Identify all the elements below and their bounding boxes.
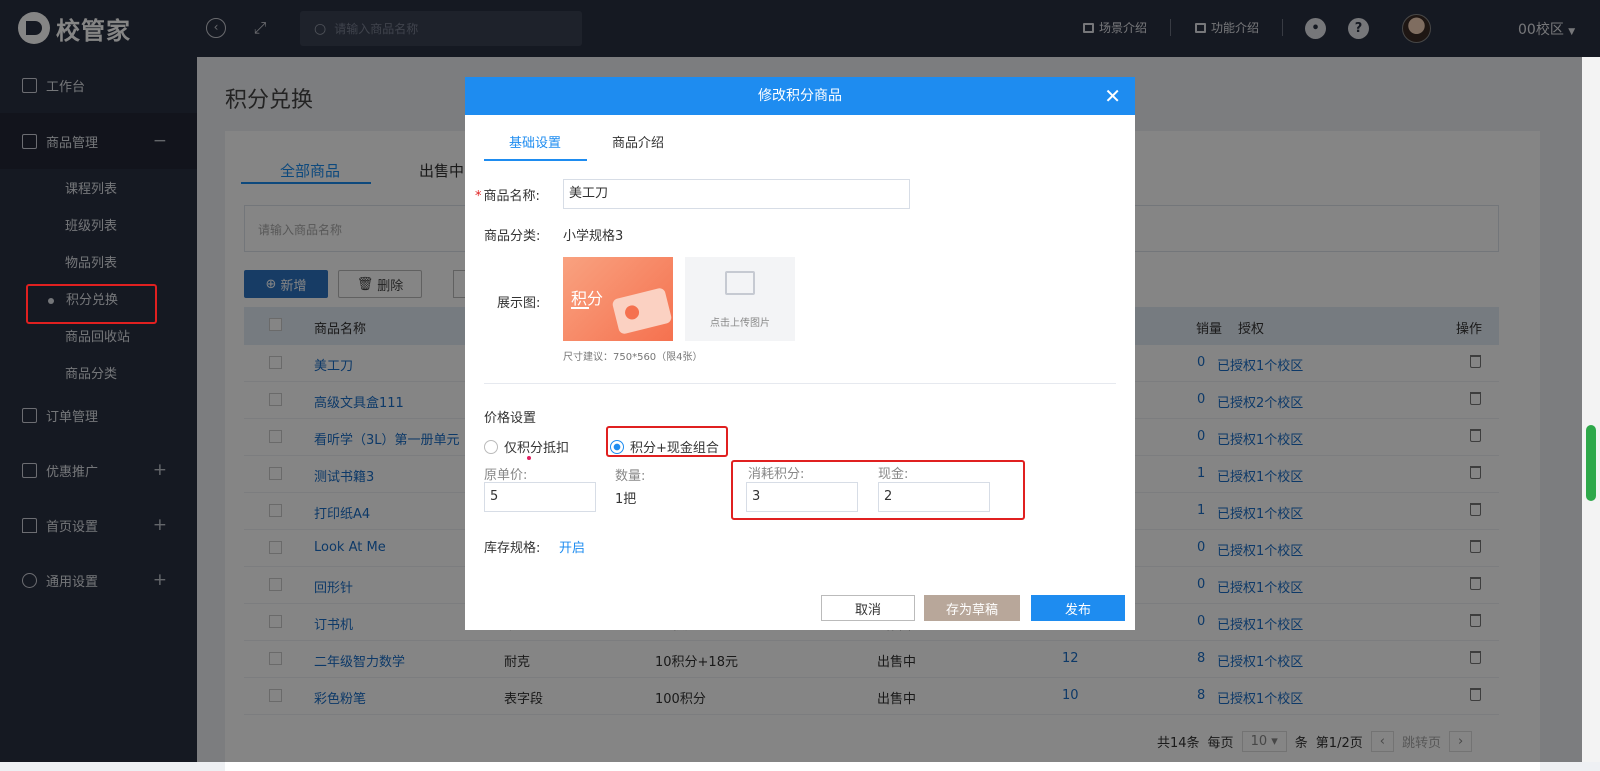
thumbnail-line	[571, 307, 589, 309]
price-section-title: 价格设置	[484, 411, 537, 426]
save-draft-button[interactable]: 存为草稿	[924, 595, 1020, 621]
upload-image-button[interactable]: 点击上传图片	[685, 257, 795, 341]
publish-button[interactable]: 发布	[1031, 595, 1125, 621]
display-image-label: 展示图:	[497, 296, 541, 311]
scrollbar[interactable]	[1582, 57, 1600, 762]
stock-spec-toggle-link[interactable]: 开启	[559, 537, 585, 556]
required-dot	[527, 456, 531, 460]
goods-name-label-text: 商品名称:	[483, 189, 540, 204]
quantity-label: 数量:	[615, 469, 646, 484]
original-price-label: 原单价:	[484, 468, 528, 483]
tab-goods-intro[interactable]: 商品介绍	[612, 132, 664, 151]
category-value: 小学规格3	[563, 229, 624, 244]
section-divider	[484, 383, 1116, 384]
quantity-value: 1把	[615, 492, 637, 507]
thumbnail-text: 积分	[571, 289, 604, 308]
radio-points-only-label: 仅积分抵扣	[504, 441, 570, 456]
goods-name-label: * 商品名称:	[475, 189, 540, 204]
highlight-box	[606, 426, 728, 457]
edit-goods-modal: 修改积分商品 ✕ 基础设置 商品介绍 * 商品名称: 美工刀 商品分类: 小学规格…	[465, 77, 1135, 630]
upload-image-label: 点击上传图片	[710, 318, 770, 329]
radio-points-only[interactable]: 仅积分抵扣	[484, 437, 569, 456]
scrollbar-thumb[interactable]	[1586, 425, 1596, 501]
image-placeholder-icon	[725, 271, 755, 295]
category-label: 商品分类:	[484, 229, 541, 244]
goods-name-input[interactable]: 美工刀	[563, 179, 910, 209]
image-size-hint: 尺寸建议：750*560（限4张）	[563, 352, 703, 363]
highlight-box	[26, 284, 157, 324]
tab-basic-settings[interactable]: 基础设置	[509, 132, 561, 151]
highlight-box	[731, 460, 1025, 520]
radio-circle	[484, 439, 498, 454]
modal-title: 修改积分商品	[758, 88, 842, 104]
display-image-thumbnail[interactable]: 积分	[563, 257, 673, 341]
original-price-input[interactable]: 5	[484, 482, 596, 512]
tab-underline	[484, 159, 587, 161]
cancel-button[interactable]: 取消	[821, 595, 915, 621]
close-icon[interactable]: ✕	[1104, 77, 1121, 115]
card-icon	[611, 287, 673, 335]
modal-header: 修改积分商品 ✕	[465, 77, 1135, 115]
stock-spec-label: 库存规格:	[484, 541, 541, 556]
